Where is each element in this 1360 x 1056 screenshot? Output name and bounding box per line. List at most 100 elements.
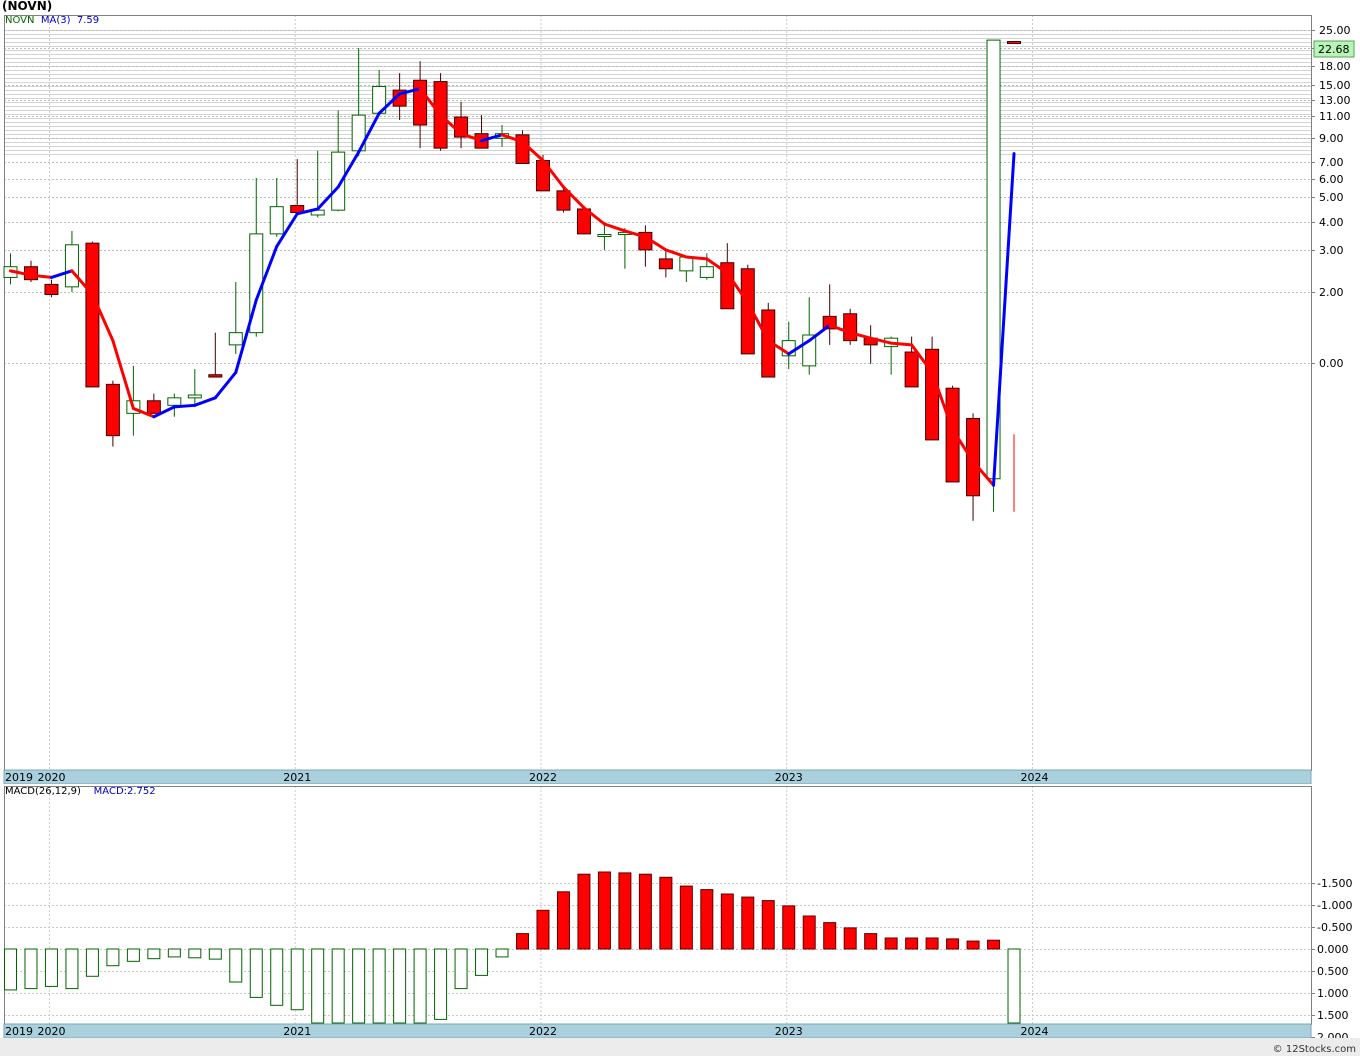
x-axis-band — [3, 1023, 1312, 1039]
macd-bar — [331, 948, 345, 1024]
candle-body — [1007, 41, 1022, 44]
macd-bar — [454, 948, 468, 990]
candle-body — [699, 266, 714, 278]
macd-bar — [290, 948, 304, 1011]
x-axis-year-label: 2019 — [5, 1025, 33, 1038]
candle-body — [966, 417, 981, 497]
macd-axis-label: -0.500 — [1317, 921, 1352, 934]
x-axis-year-label: 2020 — [37, 1025, 65, 1038]
macd-bar — [1007, 948, 1021, 1024]
price-axis-label: 6.00 — [1319, 173, 1344, 186]
macd-bar — [249, 948, 263, 998]
macd-bar — [618, 872, 632, 950]
macd-bar — [659, 876, 673, 950]
x-axis-year-label: 2022 — [529, 1025, 557, 1038]
macd-y-axis: 3.0002.5002.0001.5001.0000.5000.000-0.50… — [1311, 877, 1352, 1056]
macd-bar — [823, 922, 837, 950]
macd-axis-label: 0.500 — [1317, 965, 1349, 978]
macd-bar — [782, 905, 796, 950]
legend-ma-value: 7.59 — [76, 15, 100, 26]
macd-bar — [536, 909, 550, 950]
candle-body — [413, 79, 428, 126]
legend-macd-value: MACD:2.752 — [93, 786, 156, 797]
macd-bar — [884, 937, 898, 950]
price-axis-label: 2.00 — [1319, 286, 1344, 299]
footer-band — [0, 1038, 1360, 1056]
x-axis-year-label: 2021 — [283, 1025, 311, 1038]
macd-bar — [741, 896, 755, 950]
macd-legend: MACD(26,12,9) MACD:2.752 — [5, 786, 156, 797]
last-price-label: 22.68 — [1318, 43, 1350, 56]
ma-segment — [889, 341, 914, 347]
macd-bar — [372, 948, 386, 1024]
macd-bar — [311, 948, 325, 1024]
candle-body — [105, 383, 120, 437]
candle-body — [167, 397, 182, 406]
macd-bar — [44, 948, 58, 987]
macd-bar — [679, 885, 693, 950]
x-axis-year-label: 2021 — [283, 771, 311, 784]
x-axis-year-label: 2020 — [37, 771, 65, 784]
ma-segment — [807, 323, 832, 343]
macd-bar — [905, 937, 919, 950]
macd-bar — [106, 948, 120, 967]
candle-body — [679, 256, 694, 272]
macd-bar — [147, 948, 161, 960]
candle-body — [187, 394, 202, 399]
macd-bar — [761, 900, 775, 950]
macd-bar — [700, 889, 714, 950]
x-axis-year-label: 2019 — [5, 771, 33, 784]
macd-bar — [864, 933, 878, 950]
macd-bar — [495, 948, 509, 958]
legend-symbol: NOVN — [5, 15, 35, 26]
macd-bar — [802, 915, 816, 950]
macd-bar — [434, 948, 448, 1020]
x-axis-year-label: 2024 — [1021, 1025, 1049, 1038]
macd-bar — [843, 927, 857, 950]
price-axis-label: 15.00 — [1319, 79, 1351, 92]
ma-segment — [684, 255, 709, 261]
macd-axis-label: 0.000 — [1317, 943, 1349, 956]
macd-bar — [577, 873, 591, 950]
price-axis-label: 0.00 — [1319, 357, 1344, 370]
candle-body — [925, 348, 940, 441]
candle-body — [843, 313, 858, 342]
candle-body — [44, 283, 59, 296]
legend-macd-label: MACD(26,12,9) — [5, 786, 81, 797]
ma-segment — [193, 396, 217, 407]
macd-axis-label: 1.500 — [1317, 1009, 1349, 1022]
x-axis-year-label: 2023 — [775, 1025, 803, 1038]
moving-average-line — [9, 87, 1016, 487]
x-axis-year-label: 2022 — [529, 771, 557, 784]
macd-bar — [4, 948, 17, 991]
x-axis-year-label: 2024 — [1021, 771, 1049, 784]
price-legend: NOVN MA(3) 7.59 — [5, 15, 99, 26]
macd-bar — [987, 939, 1001, 950]
macd-bar — [208, 948, 222, 960]
legend-ma-label: MA(3) — [40, 15, 71, 26]
macd-bar — [597, 871, 611, 950]
candle-body — [269, 206, 284, 235]
price-axis-label: 13.00 — [1319, 94, 1351, 107]
macd-bar — [167, 948, 181, 958]
panel-separator — [0, 784, 1360, 786]
price-axis-label: 11.00 — [1319, 110, 1351, 123]
macd-bar — [946, 938, 960, 950]
price-grid — [4, 15, 1311, 770]
ma-segment — [172, 403, 197, 409]
macd-bar — [966, 940, 980, 950]
price-axis-label: 4.00 — [1319, 216, 1344, 229]
candle-body — [597, 233, 612, 237]
macd-axis-label: -1.500 — [1317, 877, 1352, 890]
candle-body — [85, 242, 100, 388]
macd-bar — [516, 933, 529, 950]
macd-grid — [4, 786, 1311, 1038]
candle-body — [64, 244, 79, 288]
macd-bar — [24, 948, 38, 990]
price-panel-border — [4, 15, 1312, 771]
credit-text: © 12Stocks.com — [1272, 1044, 1356, 1055]
price-axis-label: 3.00 — [1319, 244, 1344, 257]
x-axis-year-label: 2023 — [775, 771, 803, 784]
macd-bar — [720, 893, 734, 950]
price-axis-label: 25.00 — [1319, 24, 1351, 37]
